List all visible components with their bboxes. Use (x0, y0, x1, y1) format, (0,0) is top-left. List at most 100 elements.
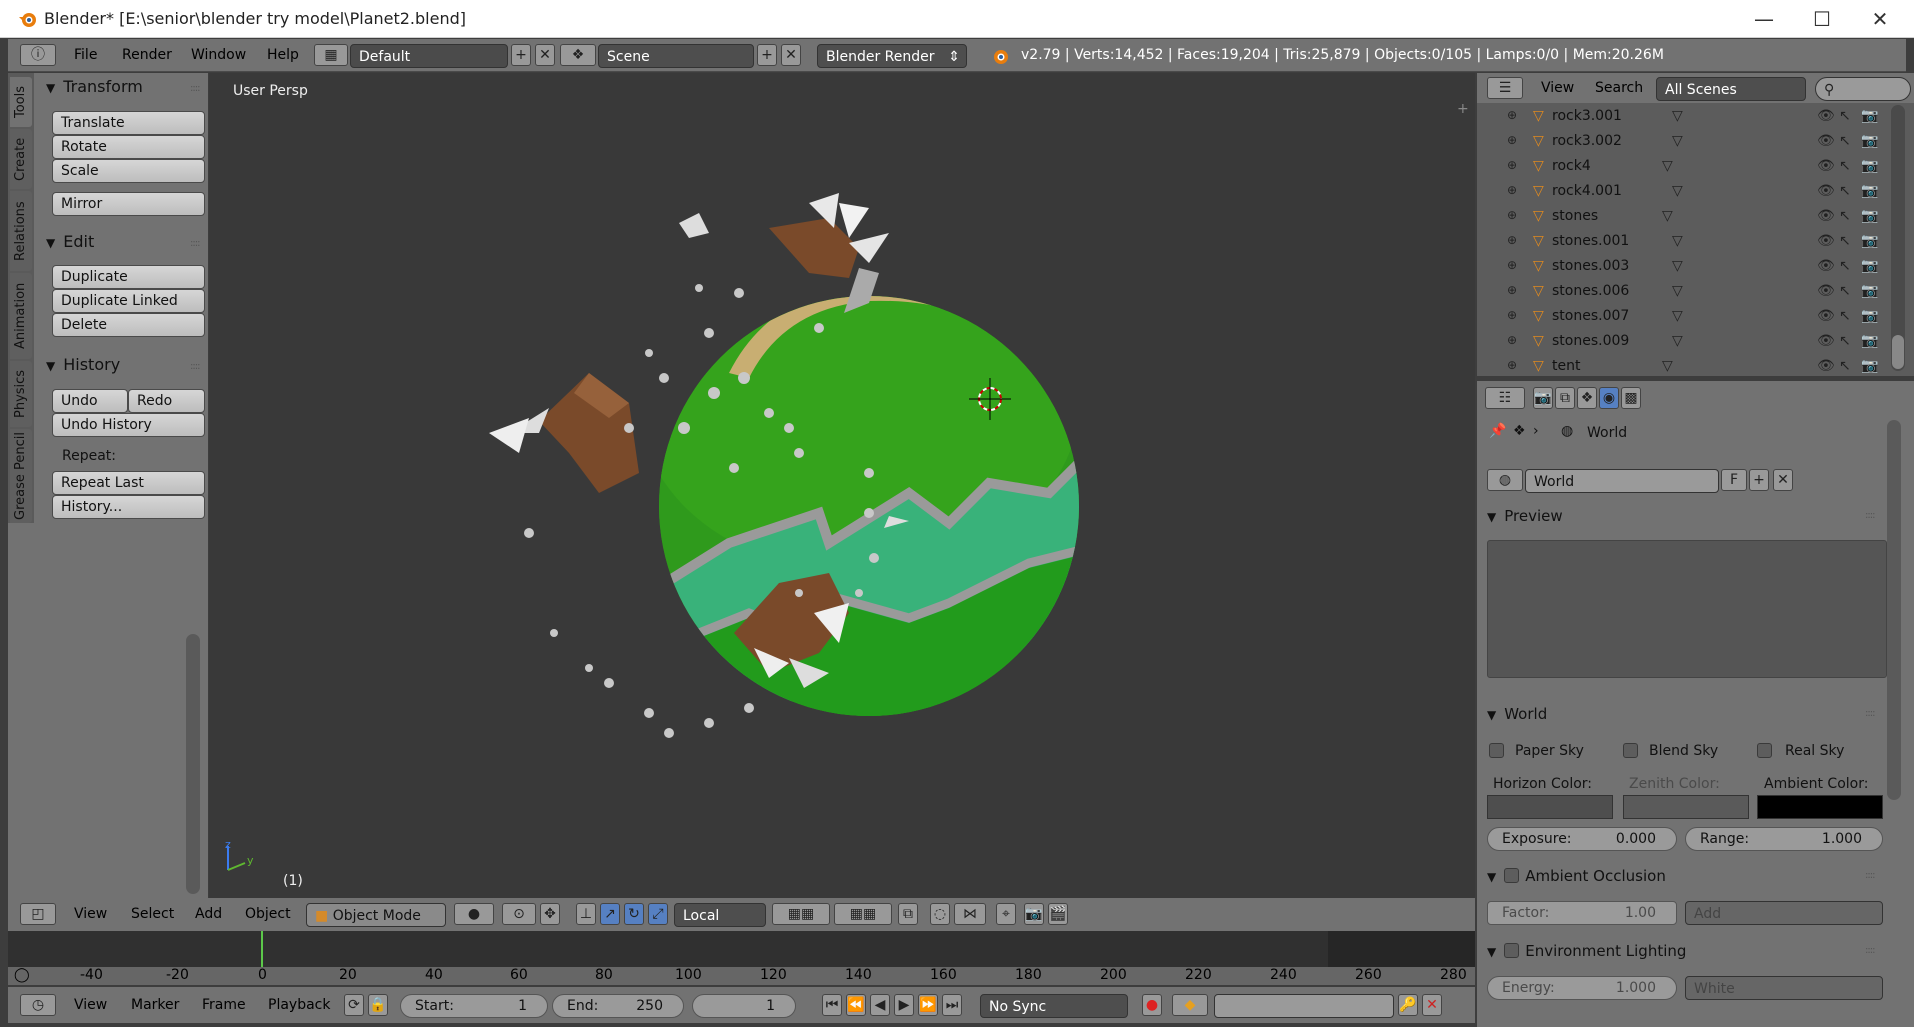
tab-tools[interactable]: Tools (10, 77, 32, 127)
expand-icon[interactable]: ⊕ (1507, 208, 1517, 222)
play-icon[interactable]: ▶ (894, 994, 914, 1016)
remove-scene-icon[interactable]: ✕ (781, 44, 801, 66)
visibility-eye-icon[interactable]: 👁 (1817, 333, 1835, 349)
preview-panel-header[interactable]: ▼ Preview (1487, 507, 1887, 525)
ao-blend-dropdown[interactable]: Add (1685, 901, 1883, 925)
fake-user-button[interactable]: F (1721, 469, 1747, 491)
pin-icon[interactable]: 📌 (1489, 423, 1506, 439)
maximize-button[interactable]: ☐ (1802, 4, 1842, 34)
expand-icon[interactable]: ⊕ (1507, 158, 1517, 172)
renderable-camera-icon[interactable]: 📷 (1861, 158, 1878, 174)
menu-object[interactable]: Object (245, 906, 291, 922)
delete-keyframe-icon[interactable]: ✕ (1422, 994, 1442, 1016)
selectable-cursor-icon[interactable]: ↖ (1839, 308, 1851, 324)
outliner-item[interactable]: ⊕ ▽ rock3.001 ▽ 👁 ↖ 📷 (1477, 105, 1887, 130)
selectable-cursor-icon[interactable]: ↖ (1839, 208, 1851, 224)
drag-grip-icon[interactable]: :::: (1865, 945, 1876, 956)
ao-checkbox[interactable] (1504, 868, 1520, 883)
world-name-field[interactable]: World (1525, 469, 1719, 493)
renderable-camera-icon[interactable]: 📷 (1861, 283, 1878, 299)
render-anim-icon[interactable]: 🎬 (1048, 903, 1068, 925)
zenith-color-swatch[interactable] (1623, 795, 1749, 819)
jump-end-icon[interactable]: ⏭ (942, 994, 962, 1016)
render-engine-dropdown[interactable]: Blender Render ⇕ (817, 44, 967, 68)
rotate-button[interactable]: Rotate (52, 135, 205, 159)
minimize-button[interactable]: — (1744, 4, 1784, 34)
add-world-icon[interactable]: + (1749, 469, 1769, 491)
snap-target-icon[interactable]: ⌖ (996, 903, 1016, 925)
render-tab-icon[interactable]: 📷 (1533, 387, 1553, 409)
timeline-area[interactable] (8, 931, 1475, 967)
editor-type-timeline-icon[interactable]: ◷ (20, 994, 56, 1016)
translate-button[interactable]: Translate (52, 111, 205, 135)
scene-tab-icon[interactable]: ❖ (1577, 387, 1597, 409)
tab-physics[interactable]: Physics (10, 361, 32, 427)
layers-grid-2[interactable]: ▦▦ (834, 903, 892, 925)
selectable-cursor-icon[interactable]: ↖ (1839, 333, 1851, 349)
duplicate-linked-button[interactable]: Duplicate Linked (52, 289, 205, 313)
3d-viewport[interactable]: User Persp z y (1) + (209, 73, 1475, 898)
proportional-edit-icon[interactable]: ◌ (930, 903, 950, 925)
world-panel-header[interactable]: ▼ World (1487, 705, 1887, 723)
tab-grease-pencil[interactable]: Grease Pencil (10, 429, 32, 523)
visibility-eye-icon[interactable]: 👁 (1817, 283, 1835, 299)
edit-panel-header[interactable]: ▼ Edit (46, 232, 94, 251)
world-tab-icon[interactable]: ◉ (1599, 387, 1619, 409)
manipulator-toggle-icon[interactable]: ✥ (540, 903, 560, 925)
end-frame-field[interactable]: End: 250 (552, 994, 684, 1018)
tab-create[interactable]: Create (10, 129, 32, 189)
drag-grip-icon[interactable]: :::: (1865, 510, 1876, 521)
expand-icon[interactable]: ⊕ (1507, 358, 1517, 372)
layout-selector-icon[interactable]: ▦ (314, 44, 348, 66)
jump-prev-keyframe-icon[interactable]: ⏪ (846, 994, 866, 1016)
expand-icon[interactable]: ⊕ (1507, 333, 1517, 347)
paper-sky-checkbox[interactable] (1489, 743, 1504, 758)
insert-keyframe-icon[interactable]: 🔑 (1398, 994, 1418, 1016)
texture-tab-icon[interactable]: ▩ (1621, 387, 1641, 409)
close-window-button[interactable]: ✕ (1860, 4, 1900, 34)
layers-grid-1[interactable]: ▦▦ (772, 903, 830, 925)
keying-set-field[interactable] (1214, 994, 1394, 1018)
menu-search[interactable]: Search (1595, 80, 1643, 96)
expand-icon[interactable]: ⊕ (1507, 133, 1517, 147)
editor-type-properties-icon[interactable]: ☷ (1485, 387, 1525, 409)
visibility-eye-icon[interactable]: 👁 (1817, 108, 1835, 124)
record-icon[interactable]: ● (1142, 994, 1162, 1016)
undo-history-button[interactable]: Undo History (52, 413, 205, 437)
transform-panel-header[interactable]: ▼ Transform (46, 77, 143, 96)
snap-icon[interactable]: ⋈ (954, 903, 986, 925)
play-reverse-icon[interactable]: ◀ (870, 994, 890, 1016)
render-still-icon[interactable]: 📷 (1024, 903, 1044, 925)
visibility-eye-icon[interactable]: 👁 (1817, 158, 1835, 174)
visibility-eye-icon[interactable]: 👁 (1817, 183, 1835, 199)
outliner-item[interactable]: ⊕ ▽ stones.006 ▽ 👁 ↖ 📷 (1477, 280, 1887, 305)
tab-animation[interactable]: Animation (10, 273, 32, 359)
range-field[interactable]: Range: 1.000 (1685, 827, 1883, 851)
shading-icon[interactable]: ● (454, 903, 494, 925)
visibility-eye-icon[interactable]: 👁 (1817, 258, 1835, 274)
selectable-cursor-icon[interactable]: ↖ (1839, 133, 1851, 149)
properties-scrollbar[interactable] (1887, 420, 1901, 800)
outliner-item[interactable]: ⊕ ▽ stones.007 ▽ 👁 ↖ 📷 (1477, 305, 1887, 330)
energy-field[interactable]: Energy: 1.000 (1487, 976, 1677, 1000)
outliner-item[interactable]: ⊕ ▽ stones.009 ▽ 👁 ↖ 📷 (1477, 330, 1887, 355)
menu-help[interactable]: Help (267, 47, 299, 63)
current-frame-field[interactable]: 1 (692, 994, 796, 1018)
menu-view[interactable]: View (74, 906, 107, 922)
expand-icon[interactable]: ⊕ (1507, 233, 1517, 247)
menu-playback[interactable]: Playback (268, 997, 330, 1013)
editor-type-outliner-icon[interactable]: ☰ (1487, 77, 1523, 99)
add-layout-icon[interactable]: + (511, 44, 531, 66)
env-color-dropdown[interactable]: White (1685, 976, 1883, 1000)
delete-button[interactable]: Delete (52, 313, 205, 337)
renderable-camera-icon[interactable]: 📷 (1861, 258, 1878, 274)
outliner-item[interactable]: ⊕ ▽ stones ▽ 👁 ↖ 📷 (1477, 205, 1887, 230)
undo-button[interactable]: Undo (52, 389, 128, 413)
outliner-scroll-thumb[interactable] (1892, 335, 1904, 369)
menu-view[interactable]: View (1541, 80, 1574, 96)
mode-dropdown[interactable]: ■ Object Mode (306, 903, 446, 927)
outliner-item[interactable]: ⊕ ▽ stones.003 ▽ 👁 ↖ 📷 (1477, 255, 1887, 280)
outliner-item[interactable]: ⊕ ▽ stones.001 ▽ 👁 ↖ 📷 (1477, 230, 1887, 255)
expand-icon[interactable]: ⊕ (1507, 283, 1517, 297)
tab-relations[interactable]: Relations (10, 191, 32, 271)
